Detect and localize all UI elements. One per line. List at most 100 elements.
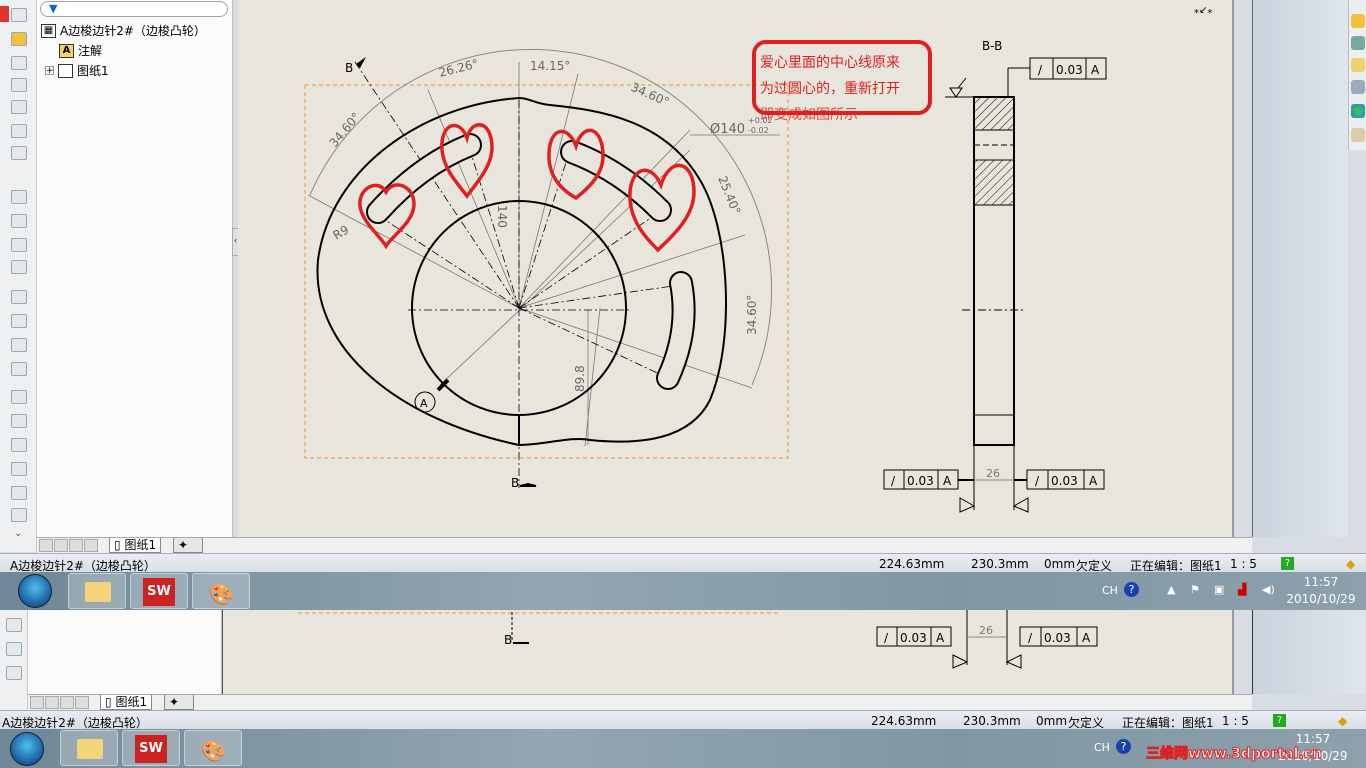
tree-root[interactable]: ▦ A边梭边针2#（边梭凸轮）: [41, 22, 206, 39]
svg-text:A: A: [1082, 631, 1091, 645]
taskbar-explorer[interactable]: [60, 730, 118, 766]
add-sheet-button[interactable]: ✦: [173, 538, 203, 553]
language-indicator[interactable]: CH: [1094, 741, 1110, 754]
network-icon[interactable]: ▟: [1238, 583, 1246, 596]
tool-icon[interactable]: [6, 618, 22, 632]
help-tray-icon[interactable]: ?: [1124, 582, 1139, 597]
filter-input[interactable]: ▼: [40, 1, 228, 17]
section-marker-top: B: [345, 61, 353, 75]
tab-sheet1[interactable]: ▯ 图纸1: [109, 538, 162, 553]
sheet-tab-strip-lower: ▯ 图纸1 ✦: [28, 694, 1252, 710]
dim-26-26: 26.26°: [437, 57, 480, 80]
svg-text:A: A: [943, 474, 952, 488]
folder-icon[interactable]: [1351, 58, 1365, 72]
tool-icon[interactable]: [11, 508, 27, 522]
tool-icon[interactable]: [11, 124, 27, 138]
tool-icon[interactable]: [11, 8, 27, 22]
help-icon[interactable]: ?: [1281, 557, 1294, 570]
show-hidden-icons[interactable]: ▲: [1167, 583, 1175, 596]
tool-icon[interactable]: [11, 260, 27, 274]
taskbar-paint[interactable]: 🎨: [184, 730, 242, 766]
drawing-canvas[interactable]: 26.26° 14.15° 34.60° 34.60° 25.40° 34.60…: [238, 0, 1232, 537]
tab-sheet1[interactable]: ▯ 图纸1: [100, 695, 153, 710]
volume-icon[interactable]: ◀): [1262, 583, 1275, 596]
power-icon[interactable]: ▣: [1214, 583, 1224, 596]
tool-icon[interactable]: [6, 642, 22, 656]
tool-icon[interactable]: [11, 314, 27, 328]
tool-icon[interactable]: [11, 290, 27, 304]
view-boundary: [304, 84, 789, 459]
help-tray-icon[interactable]: ?: [1116, 739, 1131, 754]
tag-icon[interactable]: ◆: [1346, 557, 1355, 571]
clock[interactable]: 11:57 2010/10/29: [1285, 574, 1357, 608]
dim-89-8: 89.8: [573, 365, 587, 392]
appearance-icon[interactable]: [1351, 104, 1365, 118]
tool-icon[interactable]: [11, 214, 27, 228]
dim-34-60-left: 34.60°: [327, 110, 364, 150]
tag-icon[interactable]: ◆: [1338, 714, 1347, 728]
sheet-edge: [1232, 0, 1234, 537]
status-y: 230.3mm: [971, 557, 1029, 571]
svg-text:/: /: [891, 474, 896, 488]
tool-icon[interactable]: [11, 414, 27, 428]
taskbar-solidworks[interactable]: SW: [122, 730, 180, 766]
more-chevron-icon[interactable]: ⌄: [14, 528, 22, 539]
help-icon[interactable]: ?: [1273, 714, 1286, 727]
tool-icon[interactable]: [11, 438, 27, 452]
language-indicator[interactable]: CH: [1102, 584, 1118, 597]
tool-icon[interactable]: [11, 362, 27, 376]
svg-text:0.03: 0.03: [1051, 474, 1078, 488]
sheet-tab-strip: ▯ 图纸1 ✦: [37, 537, 1252, 553]
tool-icon[interactable]: [11, 390, 27, 404]
custom-properties-icon[interactable]: [1351, 128, 1365, 142]
svg-text:26: 26: [979, 624, 993, 637]
status-scale[interactable]: 1 : 5: [1222, 714, 1249, 728]
tool-icon[interactable]: [11, 338, 27, 352]
svg-text:0.03: 0.03: [907, 474, 934, 488]
library-icon[interactable]: [1351, 36, 1365, 50]
tolerance-frame-right: / 0.03 A: [1026, 469, 1105, 490]
expand-icon[interactable]: +: [45, 66, 54, 76]
status-bar-lower: A边梭边针2#（边梭凸轮） 224.63mm 230.3mm 0mm 欠定义 正…: [0, 710, 1366, 730]
note-line: 爱心里面的中心线原来: [760, 55, 900, 71]
note-line: 即变成如图所示: [760, 107, 858, 123]
tool-icon[interactable]: [11, 486, 27, 500]
dim-34-60-right: 34.60°: [745, 295, 759, 335]
home-icon[interactable]: [1351, 14, 1365, 28]
taskbar-paint[interactable]: 🎨: [192, 573, 250, 609]
task-pane-tabs: [1348, 0, 1366, 150]
add-sheet-button[interactable]: ✦: [164, 695, 194, 710]
start-button[interactable]: [18, 574, 52, 608]
tree-item-annotations[interactable]: A 注解: [59, 42, 102, 59]
cam-outer-profile: [316, 96, 728, 447]
tree-root-label: A边梭边针2#（边梭凸轮）: [60, 24, 206, 38]
tool-icon[interactable]: [11, 78, 27, 92]
status-x: 224.63mm: [871, 714, 937, 728]
tree-item-sheet1[interactable]: + 图纸1: [45, 62, 109, 79]
tool-icon[interactable]: [6, 666, 22, 680]
drawing-canvas-lower[interactable]: B 26 / 0.03 A / 0.03 A: [222, 610, 1232, 694]
tool-icon[interactable]: [11, 56, 27, 70]
feature-manager-tree: ▼ ▦ A边梭边针2#（边梭凸轮） A 注解 + 图纸1: [37, 0, 233, 537]
start-button[interactable]: [10, 732, 44, 766]
tool-icon[interactable]: [11, 32, 27, 46]
taskbar-solidworks[interactable]: SW: [130, 573, 188, 609]
taskbar-explorer[interactable]: [68, 573, 126, 609]
dim-diameter: Ø140: [710, 122, 745, 137]
tree-item-label: 图纸1: [77, 64, 109, 78]
status-x: 224.63mm: [879, 557, 945, 571]
filter-icon: ▼: [49, 2, 58, 15]
tool-icon[interactable]: [11, 146, 27, 160]
status-scale[interactable]: 1 : 5: [1230, 557, 1257, 571]
tool-icon[interactable]: [11, 190, 27, 204]
view-palette-icon[interactable]: [1351, 80, 1365, 94]
tool-icon[interactable]: [11, 462, 27, 476]
action-center-icon[interactable]: ⚑: [1190, 583, 1200, 596]
tool-icon[interactable]: [11, 238, 27, 252]
section-view-b-b: [945, 67, 1030, 513]
svg-text:/: /: [1038, 63, 1043, 77]
svg-text:A: A: [1091, 63, 1100, 77]
dimension-extension-lines: [307, 62, 780, 447]
tool-icon[interactable]: [11, 100, 27, 114]
svg-text:B: B: [504, 633, 512, 647]
